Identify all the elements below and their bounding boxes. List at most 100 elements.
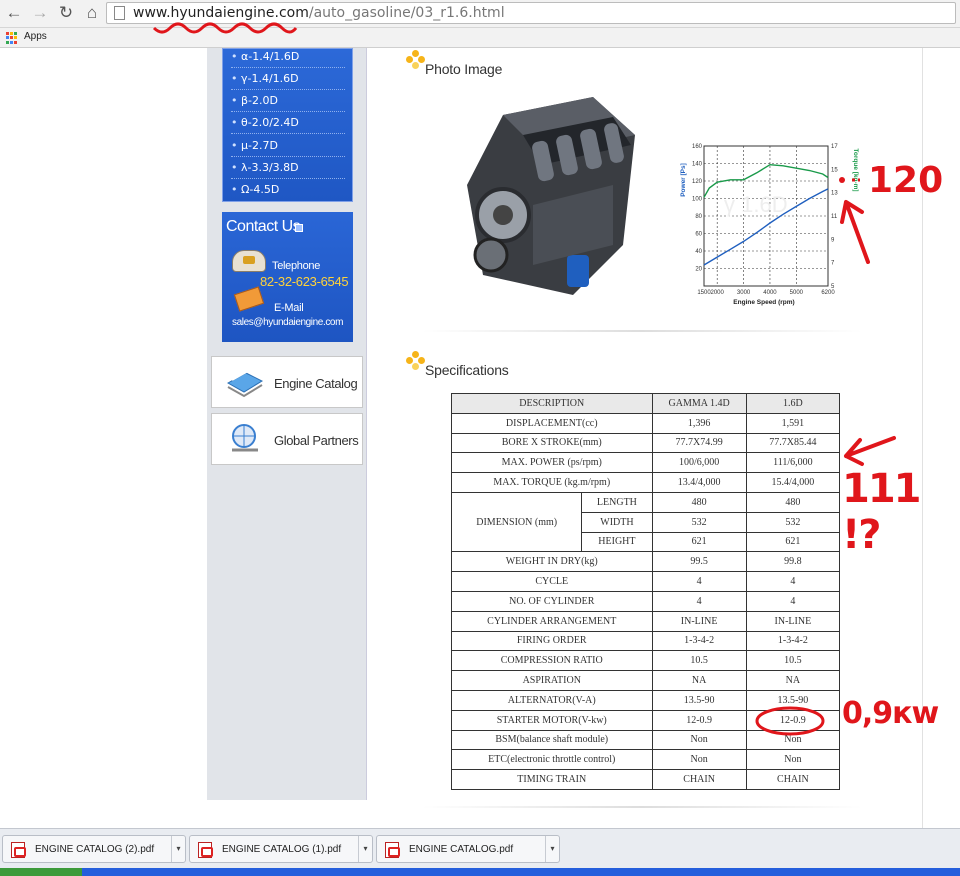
engine-photo [467,97,635,295]
chart-y-left-tick: 40 [695,249,702,255]
chart-x-tick: 1500 [697,290,711,296]
table-cell: ASPIRATION [451,670,653,691]
table-cell: MAX. TORQUE (kg.m/rpm) [451,472,653,493]
menu-item-alpha[interactable]: α-1.4/1.6D [231,46,345,68]
download-filename: ENGINE CATALOG (2).pdf [35,844,155,855]
chart-y-left-tick: 100 [692,197,703,203]
menu-item-omega[interactable]: Ω-4.5D [231,179,345,201]
os-taskbar [0,868,960,876]
table-cell: 100/6,000 [651,452,747,474]
table-cell: 1-3-4-2 [651,630,747,652]
table-cell: 77.7X74.99 [651,432,747,454]
table-cell: 480 [745,491,841,513]
section-divider [422,330,862,332]
table-row: FIRING ORDER 1-3-4-2 1-3-4-2 [451,630,841,652]
chart-x-tick: 2000 [711,290,725,296]
table-cell: 1,591 [745,412,841,434]
table-row: ETC(electronic throttle control) Non Non [451,749,841,771]
table-cell: 111/6,000 [745,452,841,474]
table-cell: 99.5 [651,551,747,573]
table-cell: CYLINDER ARRANGEMENT [451,610,653,632]
chart-y-left-tick: 160 [692,144,703,150]
chevron-down-icon[interactable]: ▾ [171,836,185,862]
table-cell: 621 [745,531,841,553]
download-filename: ENGINE CATALOG.pdf [409,844,514,855]
specifications-title: Specifications [425,362,509,378]
apps-bookmark[interactable]: Apps [24,31,47,42]
home-icon[interactable]: ⌂ [82,3,102,23]
table-cell: GAMMA 1.4D [651,393,747,414]
flower-bullet-icon [406,351,426,371]
email-address[interactable]: sales@hyundaiengine.com [232,317,343,328]
table-cell: Non [651,749,747,771]
apps-grid-icon[interactable] [6,32,18,44]
chart-y-right-tick: 17 [831,144,838,150]
download-item[interactable]: ENGINE CATALOG (1).pdf ▾ [189,835,373,863]
pdf-file-icon [385,842,400,858]
table-cell: TIMING TRAIN [451,769,653,790]
pdf-file-icon [11,842,26,858]
menu-item-beta[interactable]: β-2.0D [231,90,345,112]
chart-y-left-tick: 120 [692,179,703,185]
table-cell: 532 [745,511,841,533]
forward-arrow-icon[interactable]: → [30,3,50,23]
table-cell: Non [651,729,747,751]
chart-y-left-tick: 20 [695,267,702,273]
table-cell: FIRING ORDER [451,630,653,652]
menu-item-gamma[interactable]: γ-1.4/1.6D [231,68,345,90]
browser-toolbar: ← → ↻ ⌂ www.hyundaiengine.com/auto_gasol… [0,0,960,28]
table-row: WEIGHT IN DRY(kg) 99.5 99.8 [451,551,841,573]
telephone-number: 82-32-623-6545 [260,274,349,289]
table-row: MAX. POWER (ps/rpm) 100/6,000 111/6,000 [451,452,841,474]
catalog-books-icon [226,370,264,398]
table-row: BORE X STROKE(mm) 77.7X74.99 77.7X85.44 [451,432,841,454]
chevron-down-icon[interactable]: ▾ [545,836,559,862]
email-icon [233,286,265,312]
back-arrow-icon[interactable]: ← [4,3,24,23]
download-item[interactable]: ENGINE CATALOG.pdf ▾ [376,835,560,863]
download-item[interactable]: ENGINE CATALOG (2).pdf ▾ [2,835,186,863]
table-cell: 1.6D [745,393,841,414]
table-row: TIMING TRAIN CHAIN CHAIN [451,769,841,790]
start-button[interactable] [0,868,82,876]
chevron-down-icon[interactable]: ▾ [358,836,372,862]
table-cell: WEIGHT IN DRY(kg) [451,551,653,573]
url-path: /auto_gasoline/03_r1.6.html [308,5,505,21]
reload-icon[interactable]: ↻ [56,3,76,23]
table-row: DISPLACEMENT(cc) 1,396 1,591 [451,412,841,434]
table-cell: DIMENSION (mm) [450,491,583,553]
table-cell: 10.5 [745,650,841,672]
chart-y-left-tick: 80 [695,214,702,220]
table-cell: 15.4/4,000 [745,472,841,493]
menu-item-theta[interactable]: θ-2.0/2.4D [231,112,345,134]
table-cell: 480 [651,491,747,513]
table-cell: 1,396 [651,412,747,434]
table-cell: NO. OF CYLINDER [451,590,653,612]
table-cell: DESCRIPTION [451,393,653,414]
table-cell: NA [651,670,747,691]
telephone-label: Telephone [272,260,321,272]
table-cell: 77.7X85.44 [745,432,841,454]
table-row: NO. OF CYLINDER 4 4 [451,590,841,612]
global-partners-label: Global Partners [274,433,359,448]
chart-x-tick: 5000 [790,290,804,296]
menu-item-mu[interactable]: μ-2.7D [231,135,345,157]
table-cell: 10.5 [651,650,747,672]
power-annotation-arrow [844,436,896,466]
engine-menu: α-1.4/1.6D γ-1.4/1.6D β-2.0D θ-2.0/2.4D … [222,46,353,202]
starter-note: 0,9кw [842,696,939,731]
table-cell: IN-LINE [651,610,747,632]
table-cell: DISPLACEMENT(cc) [451,412,653,434]
contact-arrow-icon[interactable] [295,224,303,232]
table-cell: CYCLE [451,571,653,592]
table-cell: 532 [651,511,747,533]
global-partners-button[interactable]: Global Partners [211,413,363,465]
download-filename: ENGINE CATALOG (1).pdf [222,844,342,855]
table-cell: HEIGHT [581,531,653,553]
menu-item-lambda[interactable]: λ-3.3/3.8D [231,157,345,179]
table-cell: COMPRESSION RATIO [451,650,653,672]
table-cell: WIDTH [581,511,653,533]
table-cell: CHAIN [745,769,841,790]
engine-catalog-button[interactable]: Engine Catalog [211,356,363,408]
table-cell: 4 [745,571,841,592]
